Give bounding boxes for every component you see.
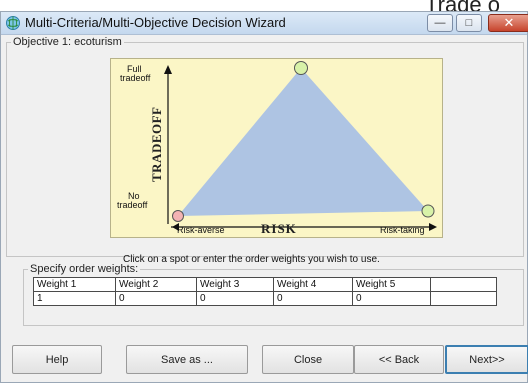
weight-1-header: Weight 1 [33,277,116,292]
risk-tradeoff-diagram[interactable]: Full tradeoff No tradeoff TRADEOFF RISK … [110,58,443,238]
close-button[interactable]: Close [262,345,354,374]
close-icon: ✕ [503,15,515,30]
full-tradeoff-point [294,61,308,75]
weight-4-cell[interactable]: 0 [273,291,353,306]
minimize-button[interactable]: — [427,14,453,32]
maximize-button[interactable]: □ [456,14,482,32]
weight-5-header: Weight 5 [352,277,431,292]
weight-1-cell[interactable]: 1 [33,291,116,306]
risk-averse-point [172,210,184,222]
next-button[interactable]: Next>> [445,345,528,374]
full-tradeoff-label-2: tradeoff [120,73,151,83]
weights-legend: Specify order weights: [28,263,141,275]
weight-5-cell[interactable]: 0 [352,291,431,306]
save-as-button[interactable]: Save as ... [126,345,248,374]
wizard-window: Multi-Criteria/Multi-Objective Decision … [0,11,528,383]
risk-axis-title: RISK [261,221,297,236]
weights-grid[interactable]: Weight 1 Weight 2 Weight 3 Weight 4 Weig… [33,277,497,306]
minimize-icon: — [434,17,446,29]
empty-header-cell [430,277,497,292]
y-axis-arrowhead [164,65,172,74]
back-button[interactable]: << Back [354,345,444,374]
empty-value-cell[interactable] [430,291,497,306]
weight-2-cell[interactable]: 0 [115,291,197,306]
risk-taking-point [421,204,435,218]
tradeoff-axis-title: TRADEOFF [149,106,164,183]
objective-group: Objective 1: ecoturism Full tradeoff No … [6,36,524,257]
weight-2-header: Weight 2 [115,277,197,292]
decision-triangle [178,68,428,216]
objective-legend: Objective 1: ecoturism [11,36,124,48]
weights-group: Specify order weights: Weight 1 Weight 2… [23,263,524,326]
close-window-button[interactable]: ✕ [488,14,528,32]
help-button[interactable]: Help [12,345,102,374]
risk-averse-label: Risk-averse [177,225,225,235]
maximize-icon: □ [465,17,473,29]
weight-3-header: Weight 3 [196,277,274,292]
weight-4-header: Weight 4 [273,277,353,292]
instruction-text: Click on a spot or enter the order weigh… [123,254,380,265]
app-globe-icon [6,16,20,30]
weights-header-row: Weight 1 Weight 2 Weight 3 Weight 4 Weig… [33,277,497,292]
risk-taking-label: Risk-taking [380,225,425,235]
weight-3-cell[interactable]: 0 [196,291,274,306]
title-bar[interactable]: Multi-Criteria/Multi-Objective Decision … [1,12,528,35]
weights-value-row: 1 0 0 0 0 [33,291,497,306]
window-title: Multi-Criteria/Multi-Objective Decision … [25,15,286,30]
x-axis-arrowhead-right [429,223,437,231]
no-tradeoff-label-2: tradeoff [117,200,148,210]
